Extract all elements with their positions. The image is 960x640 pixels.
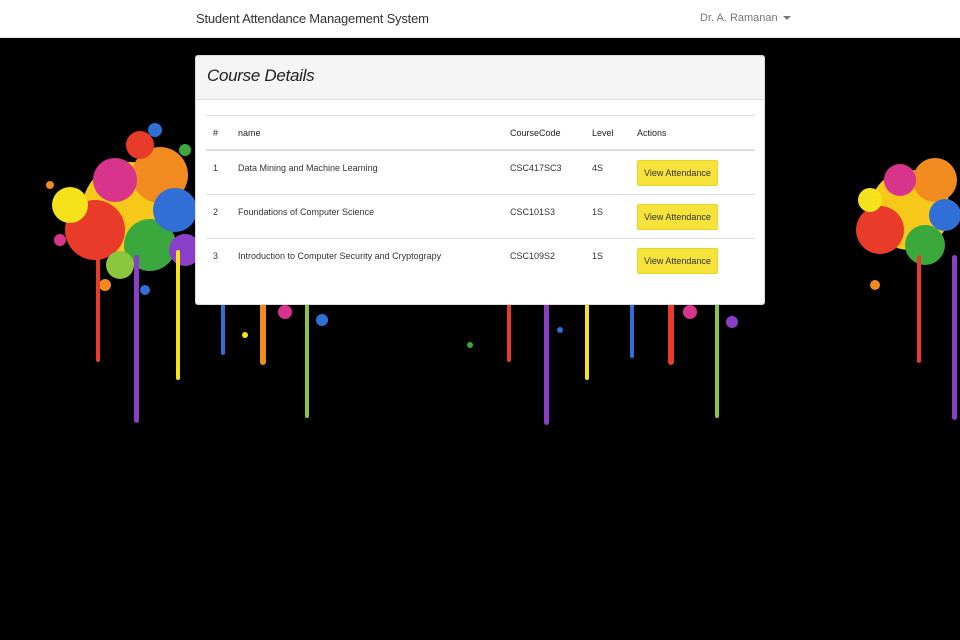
table-row: 3 Introduction to Computer Security and …: [206, 238, 755, 282]
cell-name: Introduction to Computer Security and Cr…: [231, 238, 503, 282]
cell-actions: View Attendance: [630, 150, 755, 195]
user-dropdown[interactable]: Dr. A. Ramanan: [700, 12, 791, 24]
app-brand[interactable]: Student Attendance Management System: [196, 11, 429, 26]
cell-code: CSC101S3: [503, 194, 585, 239]
caret-down-icon: [782, 16, 791, 21]
row-num: 1: [213, 162, 219, 173]
row-num: 2: [213, 206, 219, 217]
user-name: Dr. A. Ramanan: [700, 12, 778, 24]
row-num: 3: [213, 250, 219, 261]
course-code: CSC109S2: [510, 250, 556, 261]
header-level: Level: [585, 115, 630, 151]
table-row: 1 Data Mining and Machine Learning CSC41…: [206, 150, 755, 195]
panel-heading: Course Details: [196, 56, 764, 100]
course-name: Introduction to Computer Security and Cr…: [238, 250, 442, 261]
paint-splatter-center: [467, 300, 738, 425]
cell-code: CSC417SC3: [503, 150, 585, 195]
view-attendance-button[interactable]: View Attendance: [637, 159, 718, 186]
header-actions: Actions: [630, 115, 755, 151]
view-attendance-button[interactable]: View Attendance: [637, 203, 718, 230]
cell-num: 2: [206, 194, 231, 239]
header-num: #: [206, 115, 231, 151]
course-code: CSC417SC3: [510, 162, 562, 173]
table-header-row: # name CourseCode Level Actions: [206, 115, 755, 151]
cell-name: Foundations of Computer Science: [231, 194, 503, 239]
course-level: 1S: [592, 206, 604, 217]
cell-num: 1: [206, 150, 231, 195]
course-code: CSC101S3: [510, 206, 556, 217]
course-level: 1S: [592, 250, 604, 261]
cell-name: Data Mining and Machine Learning: [231, 150, 503, 195]
panel-title: Course Details: [207, 66, 315, 85]
course-details-panel: Course Details # name CourseCode Level A…: [195, 55, 765, 305]
course-table: # name CourseCode Level Actions 1 Data M…: [206, 115, 755, 282]
course-name: Data Mining and Machine Learning: [238, 162, 378, 173]
cell-level: 4S: [585, 150, 630, 195]
top-navbar: Student Attendance Management System Dr.…: [0, 0, 960, 38]
cell-code: CSC109S2: [503, 238, 585, 282]
cell-level: 1S: [585, 238, 630, 282]
view-attendance-button[interactable]: View Attendance: [637, 247, 718, 274]
paint-splatter-right: [856, 158, 960, 420]
cell-level: 1S: [585, 194, 630, 239]
header-name: name: [231, 115, 503, 151]
cell-actions: View Attendance: [630, 238, 755, 282]
cell-actions: View Attendance: [630, 194, 755, 239]
header-course-code: CourseCode: [503, 115, 585, 151]
cell-num: 3: [206, 238, 231, 282]
table-row: 2 Foundations of Computer Science CSC101…: [206, 194, 755, 239]
course-level: 4S: [592, 162, 604, 173]
course-name: Foundations of Computer Science: [238, 206, 375, 217]
